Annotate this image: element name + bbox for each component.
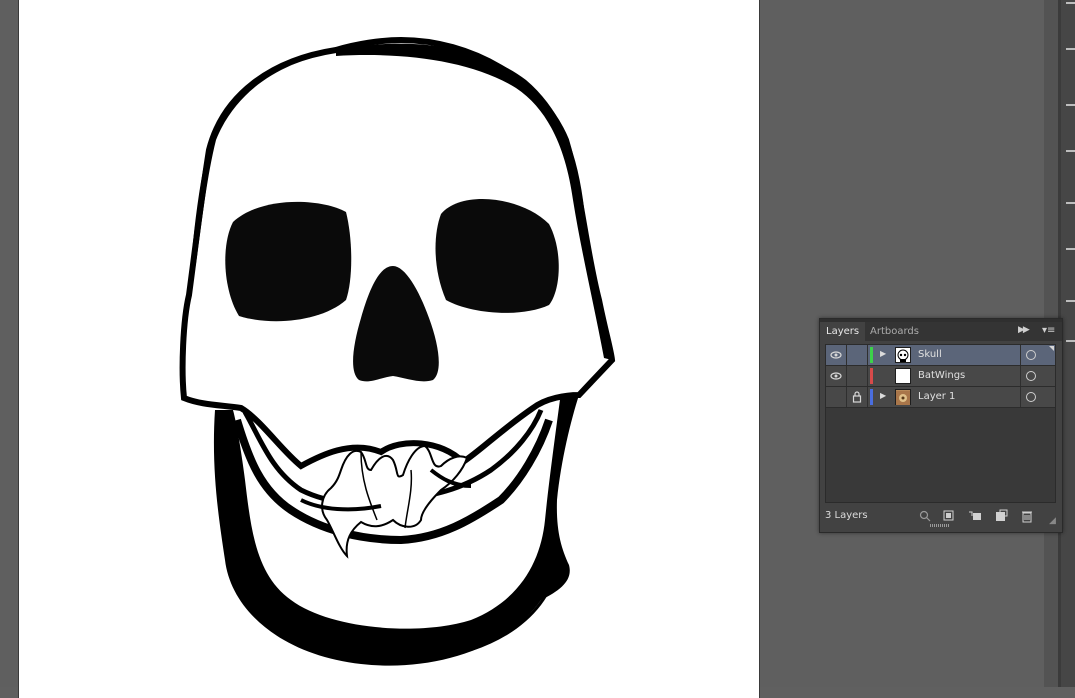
lock-toggle[interactable] [847,345,868,365]
trash-icon[interactable] [1020,509,1034,523]
toolbar-tool-icon[interactable] [1066,300,1075,302]
visibility-toggle[interactable] [826,345,847,365]
layer-color-bar [870,347,873,363]
toolbar-tool-icon[interactable] [1066,248,1075,250]
layers-panel: Layers Artboards ▶▶ ▾≡ ▶ Skull BatWings … [819,318,1063,533]
toolbar-tool-icon[interactable] [1066,104,1075,106]
layer-name[interactable]: BatWings [918,366,965,386]
toolbar-tool-icon[interactable] [1066,202,1075,204]
skull-thumbnail [895,347,911,363]
panel-tabs: Layers Artboards ▶▶ ▾≡ [820,322,1062,341]
lock-icon [852,391,862,403]
layer-color-bar [870,389,873,405]
target-icon[interactable] [1026,392,1036,402]
panel-menu-icon[interactable]: ▾≡ [1042,325,1055,336]
target-icon[interactable] [1026,371,1036,381]
visibility-toggle[interactable] [826,366,847,386]
target-icon[interactable] [1026,350,1036,360]
locate-object-icon[interactable] [918,509,932,523]
make-clipping-mask-icon[interactable] [942,509,956,523]
create-layer-icon[interactable] [994,509,1008,523]
layer-color-bar [870,368,873,384]
expand-arrow-icon[interactable]: ▶ [880,349,886,358]
layer-name[interactable]: Layer 1 [918,387,955,407]
toolbar-tool-icon[interactable] [1066,150,1075,152]
panel-footer: 3 Layers ◢ [820,506,1062,530]
tab-artboards[interactable]: Artboards [864,322,925,341]
collapse-panel-icon[interactable]: ▶▶ [1018,325,1030,335]
expand-arrow-icon[interactable]: ▶ [880,391,886,400]
layer-row-batwings[interactable]: BatWings [826,366,1055,387]
target-divider [1020,387,1021,407]
lock-toggle[interactable] [847,387,868,407]
selection-indicator-icon [1049,346,1054,351]
layer-count: 3 Layers [825,510,868,521]
artboard[interactable] [18,0,760,698]
layer-list: ▶ Skull BatWings ▶ Layer 1 [825,344,1056,503]
toolbar-grip-icon[interactable] [1066,2,1075,4]
create-sublayer-icon[interactable] [968,509,982,523]
tab-layers[interactable]: Layers [820,322,866,341]
panel-bottom-grip[interactable] [930,524,950,527]
target-divider [1020,345,1021,365]
target-divider [1020,366,1021,386]
image-thumbnail [895,389,911,405]
resize-grip-icon[interactable]: ◢ [1049,516,1056,526]
layer-row-layer-1[interactable]: ▶ Layer 1 [826,387,1055,408]
left-eye-socket [225,201,352,322]
layer-row-skull[interactable]: ▶ Skull [826,345,1055,366]
skull-artwork[interactable] [19,0,759,698]
toolbar-tool-icon[interactable] [1066,340,1075,342]
lock-toggle[interactable] [847,366,868,386]
eye-icon [830,351,842,359]
layer-name[interactable]: Skull [918,345,942,365]
eye-icon [830,372,842,380]
toolbar-tool-icon[interactable] [1066,48,1075,50]
visibility-toggle[interactable] [826,387,847,407]
blank-thumbnail [895,368,911,384]
